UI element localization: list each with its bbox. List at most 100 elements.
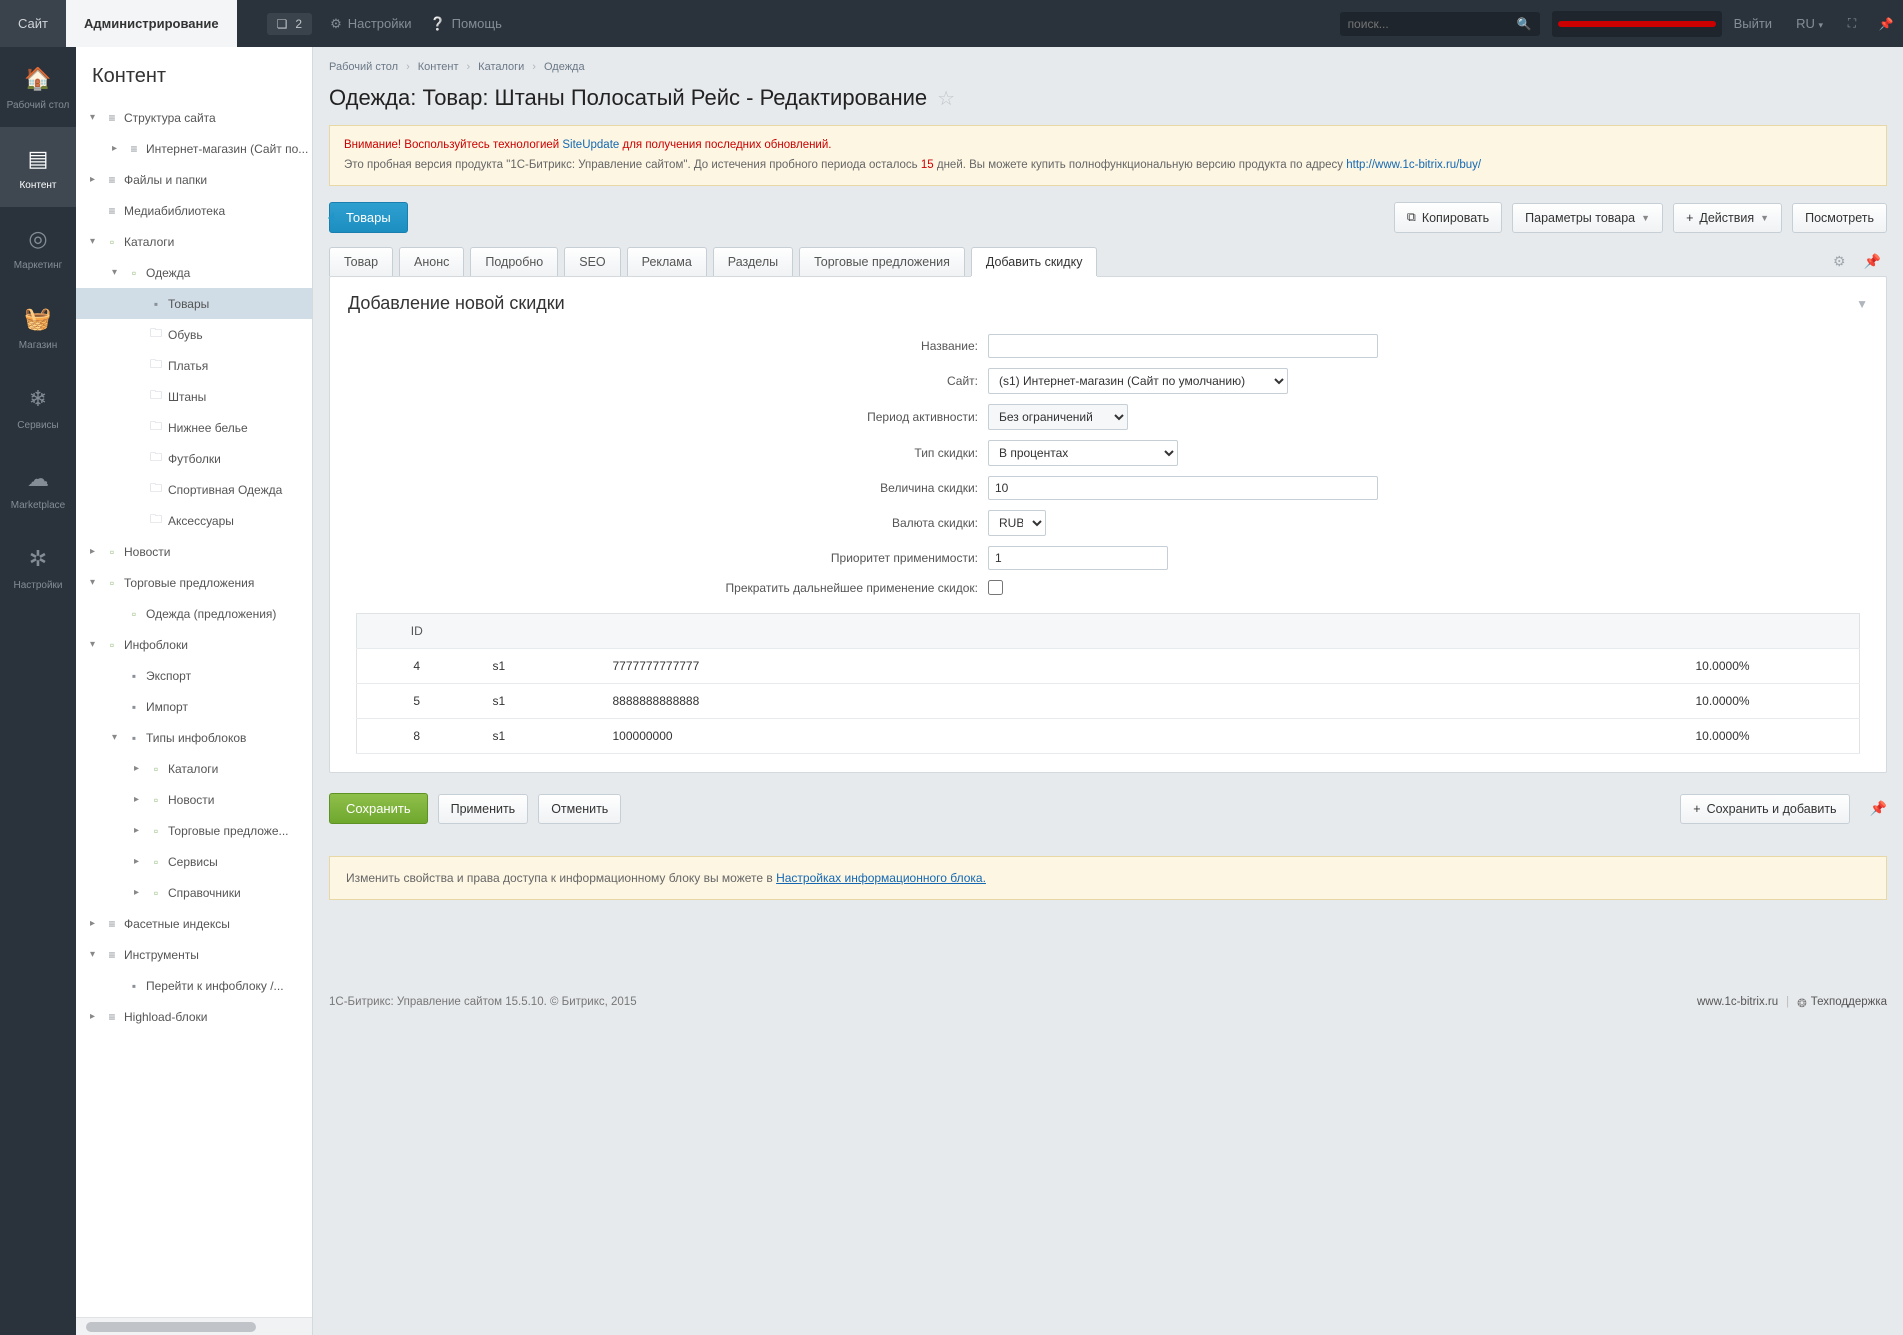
tree-item[interactable]: ▸▫Торговые предложе...	[76, 815, 312, 846]
priority-input[interactable]	[988, 546, 1168, 570]
tab-0[interactable]: Товар	[329, 247, 393, 276]
tree-item[interactable]: ▸≡Highload-блоки	[76, 1001, 312, 1032]
params-button[interactable]: Параметры товара▼	[1512, 203, 1663, 233]
tree-item[interactable]: ▾▫Инфоблоки	[76, 629, 312, 660]
tab-5[interactable]: Разделы	[713, 247, 793, 276]
tree-item[interactable]: ▸▫Новости	[76, 536, 312, 567]
sidebar-hscroll[interactable]	[76, 1317, 312, 1335]
tree-item[interactable]: ≡Медиабиблиотека	[76, 195, 312, 226]
rail-item-target[interactable]: ◎Маркетинг	[0, 207, 76, 287]
tree-item[interactable]: 🗀Спортивная Одежда	[76, 474, 312, 505]
search-input[interactable]	[1348, 17, 1517, 31]
tab-7[interactable]: Добавить скидку	[971, 247, 1098, 276]
type-select[interactable]: В процентах	[988, 440, 1178, 466]
breadcrumb-link[interactable]: Рабочий стол	[329, 61, 398, 73]
copy-button[interactable]: ⧉Копировать	[1394, 202, 1502, 233]
tree-item[interactable]: ▾≡Инструменты	[76, 939, 312, 970]
lang-switcher[interactable]: RU ▾	[1796, 16, 1823, 31]
view-button[interactable]: Посмотреть	[1792, 203, 1887, 233]
struct-icon: ≡	[102, 111, 122, 125]
tree-item[interactable]: ▾▫Торговые предложения	[76, 567, 312, 598]
rail-item-services[interactable]: ❄Сервисы	[0, 367, 76, 447]
footer-site-link[interactable]: www.1c-bitrix.ru	[1697, 996, 1778, 1010]
tree-item[interactable]: 🗀Нижнее белье	[76, 412, 312, 443]
rail-item-gear[interactable]: ✲Настройки	[0, 527, 76, 607]
help-link[interactable]: ❔ Помощь	[429, 16, 501, 32]
tree-item[interactable]: 🗀Аксессуары	[76, 505, 312, 536]
tab-2[interactable]: Подробно	[470, 247, 558, 276]
tree-item[interactable]: ▪Импорт	[76, 691, 312, 722]
tabs-pin-icon[interactable]: 📌	[1858, 253, 1887, 270]
tree-item[interactable]: ▫Одежда (предложения)	[76, 598, 312, 629]
tree-item[interactable]: ▾▫Одежда	[76, 257, 312, 288]
cancel-button[interactable]: Отменить	[538, 794, 621, 824]
period-select[interactable]: Без ограничений	[988, 404, 1128, 430]
actions-button[interactable]: +Действия▼	[1673, 203, 1782, 233]
save-button[interactable]: Сохранить	[329, 793, 428, 824]
search-icon[interactable]: 🔍	[1517, 17, 1532, 31]
panel-collapse-icon[interactable]: ▼	[1856, 297, 1868, 311]
rail-item-content[interactable]: ▤Контент	[0, 127, 76, 207]
folder-icon: 🗀	[146, 479, 166, 500]
tree-item[interactable]: ▸▫Сервисы	[76, 846, 312, 877]
back-to-products-button[interactable]: Товары	[329, 202, 408, 233]
action-bar-pin-icon[interactable]: 📌	[1870, 800, 1887, 817]
logout-link[interactable]: Выйти	[1734, 16, 1773, 31]
fullscreen-icon[interactable]: ⛶	[1839, 11, 1865, 37]
rail-item-cloud[interactable]: ☁Marketplace	[0, 447, 76, 527]
tree-item-label: Новости	[124, 545, 170, 559]
table-row[interactable]: 8s110000000010.0000%	[357, 719, 1860, 754]
user-menu[interactable]	[1552, 11, 1722, 37]
breadcrumb-link[interactable]: Каталоги	[478, 61, 524, 73]
tree-item[interactable]: 🗀Платья	[76, 350, 312, 381]
tree-item[interactable]: ▪Экспорт	[76, 660, 312, 691]
rail-item-home[interactable]: 🏠Рабочий стол	[0, 47, 76, 127]
tabs-settings-icon[interactable]: ⚙	[1827, 253, 1852, 270]
rail-item-basket[interactable]: 🧺Магазин	[0, 287, 76, 367]
table-row[interactable]: 5s1888888888888810.0000%	[357, 684, 1860, 719]
panel-body: Название: Сайт: (s1) Интернет-магазин (С…	[330, 326, 1886, 772]
settings-link[interactable]: ⚙ Настройки	[330, 16, 411, 32]
tab-6[interactable]: Торговые предложения	[799, 247, 965, 276]
tab-admin[interactable]: Администрирование	[66, 0, 237, 47]
tree-item[interactable]: ▸▫Каталоги	[76, 753, 312, 784]
tree-item[interactable]: ▸▫Новости	[76, 784, 312, 815]
breadcrumb-link[interactable]: Контент	[418, 61, 459, 73]
tree-item[interactable]: 🗀Обувь	[76, 319, 312, 350]
value-input[interactable]	[988, 476, 1378, 500]
tree-item[interactable]: 🗀Футболки	[76, 443, 312, 474]
name-input[interactable]	[988, 334, 1378, 358]
tree-item[interactable]: ▾▫Каталоги	[76, 226, 312, 257]
struct-icon: ≡	[102, 204, 122, 218]
search-box[interactable]: 🔍	[1340, 12, 1540, 36]
tree-item[interactable]: ▪Перейти к инфоблоку /...	[76, 970, 312, 1001]
save-and-add-button[interactable]: + Сохранить и добавить	[1680, 794, 1849, 824]
notice-days: 15	[921, 159, 934, 171]
buy-link[interactable]: http://www.1c-bitrix.ru/buy/	[1346, 159, 1481, 171]
tab-site[interactable]: Сайт	[0, 0, 66, 47]
tab-3[interactable]: SEO	[564, 247, 620, 276]
tree-item[interactable]: 🗀Штаны	[76, 381, 312, 412]
infoblock-settings-link[interactable]: Настройках информационного блока.	[776, 871, 986, 885]
notifications-button[interactable]: ❏ 2	[267, 13, 312, 35]
tree-item[interactable]: ▪Товары	[76, 288, 312, 319]
apply-button[interactable]: Применить	[438, 794, 529, 824]
tree-item[interactable]: ▸≡Интернет-магазин (Сайт по...	[76, 133, 312, 164]
tree-item[interactable]: ▸▫Справочники	[76, 877, 312, 908]
breadcrumb-link[interactable]: Одежда	[544, 61, 585, 73]
site-select[interactable]: (s1) Интернет-магазин (Сайт по умолчанию…	[988, 368, 1288, 394]
tab-1[interactable]: Анонс	[399, 247, 464, 276]
table-row[interactable]: 4s1777777777777710.0000%	[357, 649, 1860, 684]
pin-icon[interactable]: 📌	[1873, 11, 1899, 37]
tab-4[interactable]: Реклама	[627, 247, 707, 276]
tree-item[interactable]: ▸≡Файлы и папки	[76, 164, 312, 195]
siteupdate-link[interactable]: SiteUpdate	[562, 139, 619, 151]
toggle-icon: ▸	[90, 1011, 102, 1022]
tree-item[interactable]: ▾▪Типы инфоблоков	[76, 722, 312, 753]
stop-checkbox[interactable]	[988, 580, 1003, 595]
tree-item[interactable]: ▾≡Структура сайта	[76, 102, 312, 133]
footer-support-link[interactable]: Техподдержка	[1811, 996, 1887, 1010]
tree-item[interactable]: ▸≡Фасетные индексы	[76, 908, 312, 939]
currency-select[interactable]: RUB	[988, 510, 1046, 536]
favorite-star-icon[interactable]: ☆	[937, 86, 955, 111]
